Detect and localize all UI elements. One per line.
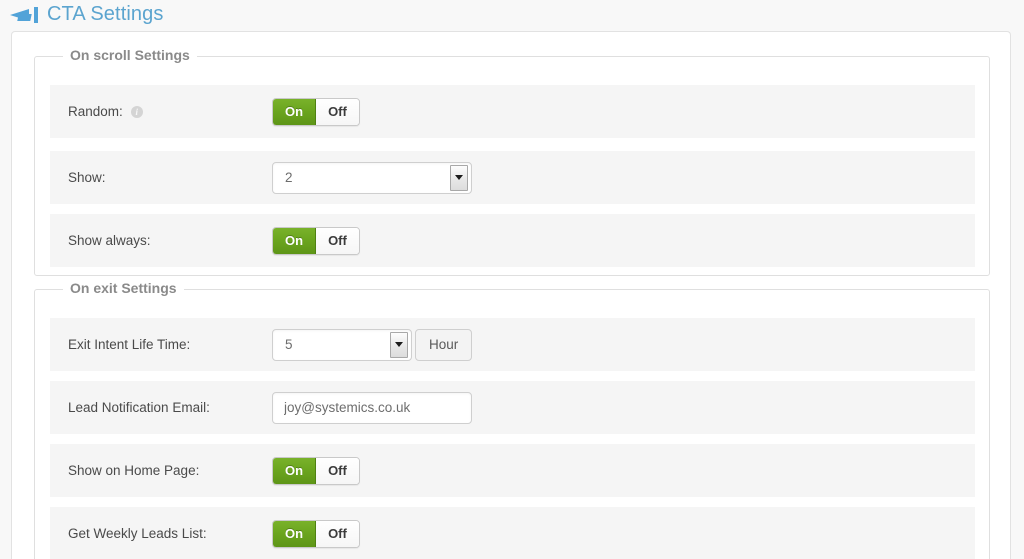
control-random: On Off	[272, 97, 360, 126]
fieldset-legend-on-exit: On exit Settings	[63, 280, 184, 296]
label-show-always: Show always:	[50, 233, 272, 248]
info-icon[interactable]: i	[130, 105, 143, 118]
megaphone-icon	[10, 6, 38, 24]
control-exit-intent-life-time: 5 Hour	[272, 328, 473, 361]
toggle-random-on[interactable]: On	[273, 98, 317, 125]
addon-hour-unit: Hour	[415, 328, 473, 361]
label-lead-notification-email-text: Lead Notification Email:	[68, 400, 210, 415]
cta-settings-page: CTA Settings On scroll Settings Random: …	[0, 0, 1024, 559]
toggle-random-off[interactable]: Off	[316, 98, 359, 125]
label-exit-intent-life-time-text: Exit Intent Life Time:	[68, 337, 191, 352]
row-show-always: Show always: On Off	[50, 214, 975, 267]
toggle-get-weekly-leads-list[interactable]: On Off	[272, 519, 360, 548]
select-show-value: 2	[285, 170, 293, 185]
lead-notification-email-input[interactable]	[272, 391, 472, 424]
label-get-weekly-leads-list: Get Weekly Leads List:	[50, 526, 272, 541]
control-get-weekly-leads-list: On Off	[272, 519, 360, 548]
chevron-down-icon[interactable]	[390, 331, 408, 358]
row-random: Random: i On Off	[50, 85, 975, 138]
label-show-always-text: Show always:	[68, 233, 151, 248]
page-header: CTA Settings	[0, 0, 1024, 28]
toggle-show-always[interactable]: On Off	[272, 226, 360, 255]
label-show-on-home-page-text: Show on Home Page:	[68, 463, 200, 478]
fieldset-legend-on-scroll: On scroll Settings	[63, 47, 197, 63]
label-show-text: Show:	[68, 170, 106, 185]
select-exit-intent-life-time[interactable]: 5	[272, 328, 412, 361]
row-exit-intent-life-time: Exit Intent Life Time: 5 Hour	[50, 318, 975, 371]
toggle-show-on-home-page-on[interactable]: On	[273, 457, 317, 484]
toggle-show-on-home-page[interactable]: On Off	[272, 456, 360, 485]
label-show-on-home-page: Show on Home Page:	[50, 463, 272, 478]
select-show[interactable]: 2	[272, 161, 472, 194]
label-lead-notification-email: Lead Notification Email:	[50, 400, 272, 415]
chevron-down-icon[interactable]	[450, 164, 468, 191]
toggle-show-always-off[interactable]: Off	[316, 227, 359, 254]
toggle-random[interactable]: On Off	[272, 97, 360, 126]
row-show: Show: 2	[50, 151, 975, 204]
select-exit-intent-value: 5	[285, 337, 293, 352]
settings-panel: On scroll Settings Random: i On Off Show…	[11, 31, 1011, 559]
control-show-always: On Off	[272, 226, 360, 255]
page-title: CTA Settings	[47, 2, 164, 25]
row-show-on-home-page: Show on Home Page: On Off	[50, 444, 975, 497]
label-exit-intent-life-time: Exit Intent Life Time:	[50, 337, 272, 352]
toggle-show-always-on[interactable]: On	[273, 227, 317, 254]
input-group-exit-intent: 5 Hour	[272, 328, 473, 361]
input-group-show: 2	[272, 161, 472, 194]
toggle-get-weekly-leads-list-off[interactable]: Off	[316, 520, 359, 547]
toggle-get-weekly-leads-list-on[interactable]: On	[273, 520, 317, 547]
control-show: 2	[272, 161, 472, 194]
control-show-on-home-page: On Off	[272, 456, 360, 485]
label-show: Show:	[50, 170, 272, 185]
fieldset-on-exit-settings: On exit Settings Exit Intent Life Time: …	[34, 280, 990, 559]
toggle-show-on-home-page-off[interactable]: Off	[316, 457, 359, 484]
fieldset-on-scroll-settings: On scroll Settings Random: i On Off Show…	[34, 47, 990, 276]
row-get-weekly-leads-list: Get Weekly Leads List: On Off	[50, 507, 975, 559]
control-lead-notification-email	[272, 391, 472, 424]
label-random-text: Random:	[68, 104, 123, 119]
label-get-weekly-leads-list-text: Get Weekly Leads List:	[68, 526, 207, 541]
row-lead-notification-email: Lead Notification Email:	[50, 381, 975, 434]
label-random: Random: i	[50, 104, 272, 119]
